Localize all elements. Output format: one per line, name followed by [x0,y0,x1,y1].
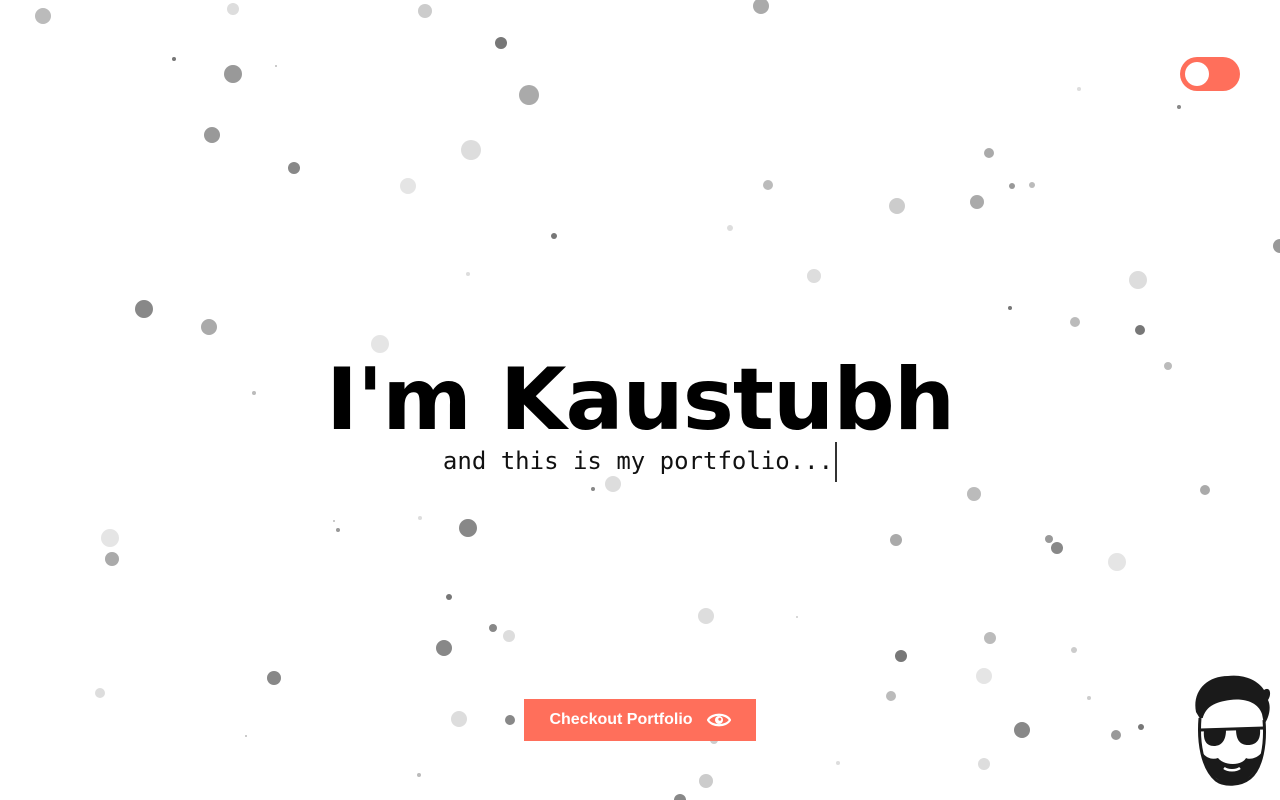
particle-dot [101,529,119,547]
particle-dot [451,711,467,727]
particle-dot [418,516,422,520]
particle-dot [551,233,557,239]
particle-dot [1029,182,1035,188]
particle-dot [889,198,905,214]
particle-dot [1009,183,1015,189]
hero-title: I'm Kaustubh [325,350,955,450]
particle-dot [227,3,239,15]
eye-icon [706,713,731,727]
particle-dot [172,57,176,61]
particle-dot [1135,325,1145,335]
particle-dot [1129,271,1147,289]
particle-dot [1014,722,1030,738]
particle-dot [1008,306,1012,310]
particle-dot [763,180,773,190]
particle-dot [201,319,217,335]
particle-dot [204,127,220,143]
particle-dot [275,65,277,67]
theme-toggle[interactable] [1180,57,1240,91]
particle-dot [224,65,242,83]
particle-dot [698,608,714,624]
particle-dot [333,520,335,522]
particle-dot [519,85,539,105]
particle-dot [495,37,507,49]
particle-dot [895,650,907,662]
particle-dot [1071,647,1077,653]
toggle-knob [1185,62,1209,86]
particle-dot [446,594,452,600]
particle-dot [489,624,497,632]
particle-dot [1077,87,1081,91]
hero-subtitle: and this is my portfolio... [442,447,834,475]
particle-dot [984,632,996,644]
particle-dot [1051,542,1063,554]
particle-dot [753,0,769,14]
particle-dot [461,140,481,160]
particle-dot [105,552,119,566]
particle-dot [727,225,733,231]
particle-dot [1200,485,1210,495]
particle-dot [267,671,281,685]
particle-dot [1138,724,1144,730]
checkout-portfolio-button[interactable]: Checkout Portfolio [524,699,756,741]
particle-dot [417,773,421,777]
particle-dot [796,616,798,618]
particle-dot [466,272,470,276]
particle-dot [1177,105,1181,109]
particle-dot [1070,317,1080,327]
particle-dot [245,735,247,737]
particle-dot [970,195,984,209]
particle-dot [978,758,990,770]
particle-dot [1108,553,1126,571]
particle-dot [976,668,992,684]
particle-dot [336,528,340,532]
particle-dot [1087,696,1091,700]
particle-dot [591,487,595,491]
hero-subtitle-line: and this is my portfolio... [0,440,1280,482]
particle-dot [886,691,896,701]
particle-dot [35,8,51,24]
particle-dot [699,774,713,788]
particle-dot [288,162,300,174]
particle-dot [1273,239,1280,253]
particle-dot [984,148,994,158]
particle-dot [836,761,840,765]
particle-dot [807,269,821,283]
particle-dot [503,630,515,642]
particle-dot [95,688,105,698]
particle-dot [436,640,452,656]
particle-dot [505,715,515,725]
particle-dot [400,178,416,194]
particle-dot [1045,535,1053,543]
particle-dot [674,794,686,800]
particle-dot [418,4,432,18]
checkout-portfolio-label: Checkout Portfolio [549,711,693,728]
particle-dot [890,534,902,546]
avatar-sunglasses-icon[interactable] [1188,672,1272,790]
typing-caret [835,442,838,482]
particle-dot [1111,730,1121,740]
particle-dot [967,487,981,501]
particle-dot [135,300,153,318]
particle-dot [459,519,477,537]
